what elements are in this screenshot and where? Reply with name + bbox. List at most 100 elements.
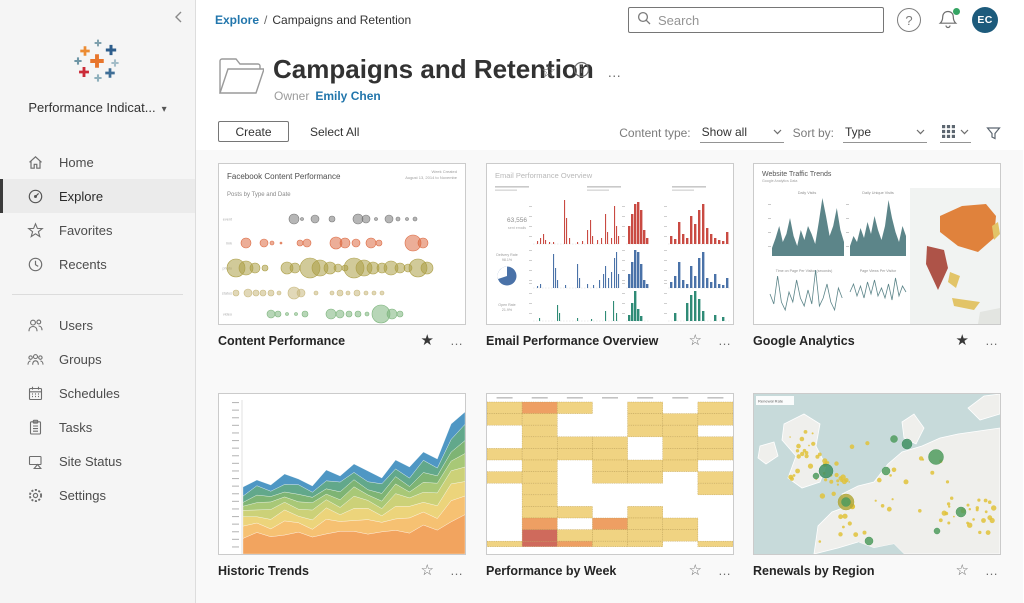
sidebar-item-site-status[interactable]: Site Status [0, 444, 195, 478]
content-type-select[interactable]: Show all [700, 124, 784, 143]
workbook-thumbnail[interactable]: Facebook Content Performance Week Create… [218, 163, 466, 325]
sort-by-label: Sort by: [793, 126, 834, 140]
workbook-card-google-analytics: Website Traffic Trends Google Analytics … [753, 163, 1001, 348]
notification-dot [953, 8, 960, 15]
notifications-bell-icon[interactable] [937, 8, 961, 32]
favorite-star-icon[interactable]: ☆ [541, 62, 556, 82]
explore-icon [27, 188, 44, 205]
sidebar-item-settings[interactable]: Settings [0, 478, 195, 512]
grid-view-icon [942, 125, 955, 138]
svg-text:Posts by Type and Date: Posts by Type and Date [227, 192, 291, 198]
workbook-card-historic-trends: Historic Trends ☆ … [218, 393, 466, 578]
workbook-thumbnail[interactable]: Email Performance Overview 63,556 sent e… [486, 163, 734, 325]
select-all-button[interactable]: Select All [310, 125, 359, 139]
sidebar-item-recents[interactable]: Recents [0, 247, 195, 281]
project-content-grid: Facebook Content Performance Week Create… [196, 150, 1023, 603]
svg-text:Daily Visits: Daily Visits [798, 191, 817, 195]
svg-text:Google Analytics Data: Google Analytics Data [762, 179, 797, 183]
sidebar-item-label: Recents [59, 257, 107, 272]
sidebar-item-home[interactable]: Home [0, 145, 195, 179]
workbook-thumbnail[interactable]: Renewal Rate [753, 393, 1001, 555]
svg-text:98.1%: 98.1% [502, 258, 513, 262]
workbook-title[interactable]: Renewals by Region [753, 564, 875, 578]
more-actions-icon[interactable]: … [607, 64, 623, 80]
favorite-star-icon[interactable]: ★ [421, 333, 434, 348]
sort-by-select[interactable]: Type [843, 124, 927, 143]
content-type-value: Show all [702, 125, 747, 139]
breadcrumb-current: Campaigns and Retention [272, 13, 411, 27]
svg-text:event: event [223, 218, 233, 222]
favorite-star-icon[interactable]: ☆ [956, 563, 969, 578]
sidebar-item-label: Site Status [59, 454, 122, 469]
svg-text:Renewal Rate: Renewal Rate [758, 399, 784, 404]
help-icon[interactable]: ? [897, 8, 921, 32]
sidebar-item-favorites[interactable]: Favorites [0, 213, 195, 247]
svg-text:63,556: 63,556 [507, 217, 527, 224]
svg-text:video: video [223, 313, 232, 317]
sidebar-item-label: Explore [59, 189, 103, 204]
breadcrumb-explore-link[interactable]: Explore [215, 13, 259, 27]
favorite-star-icon[interactable]: ☆ [421, 563, 434, 578]
collapse-sidebar-icon[interactable] [173, 10, 185, 29]
project-folder-icon [218, 53, 264, 102]
gear-icon [27, 487, 44, 504]
info-icon[interactable] [573, 61, 590, 83]
nav-divider [12, 294, 183, 295]
chevron-down-icon [773, 129, 782, 135]
help-glyph: ? [905, 13, 912, 28]
workbook-thumbnail[interactable] [218, 393, 466, 555]
search-box[interactable] [628, 7, 884, 33]
search-icon [637, 11, 651, 30]
sidebar-item-explore[interactable]: Explore [0, 179, 195, 213]
more-actions-icon[interactable]: … [985, 564, 999, 577]
sidebar-item-label: Groups [59, 352, 102, 367]
sidebar: Performance Indicat...▾ Home Explore Fav… [0, 0, 196, 603]
site-switcher[interactable]: Performance Indicat...▾ [0, 100, 195, 115]
owner-link[interactable]: Emily Chen [315, 89, 380, 103]
sort-by-value: Type [845, 125, 871, 139]
workbook-title[interactable]: Historic Trends [218, 564, 309, 578]
favorite-star-icon[interactable]: ★ [956, 333, 969, 348]
workbook-title[interactable]: Content Performance [218, 334, 345, 348]
sidebar-item-schedules[interactable]: Schedules [0, 376, 195, 410]
breadcrumb: Explore / Campaigns and Retention [215, 13, 411, 27]
sidebar-item-groups[interactable]: Groups [0, 342, 195, 376]
more-actions-icon[interactable]: … [985, 334, 999, 347]
svg-text:Open Rate: Open Rate [498, 303, 515, 307]
svg-text:Facebook Content Performance: Facebook Content Performance [227, 172, 341, 181]
favorite-star-icon[interactable]: ☆ [689, 563, 702, 578]
workbook-title[interactable]: Google Analytics [753, 334, 855, 348]
sidebar-item-users[interactable]: Users [0, 308, 195, 342]
avatar[interactable]: EC [972, 7, 998, 33]
list-controls: Content type: Show all Sort by: Type [619, 123, 1001, 143]
view-mode-toggle[interactable] [940, 123, 971, 143]
workbook-title[interactable]: Performance by Week [486, 564, 616, 578]
sidebar-item-tasks[interactable]: Tasks [0, 410, 195, 444]
tableau-logo [73, 36, 123, 86]
filter-icon[interactable] [986, 126, 1001, 141]
sidebar-item-label: Home [59, 155, 94, 170]
workbook-thumbnail[interactable]: Website Traffic Trends Google Analytics … [753, 163, 1001, 325]
sidebar-item-label: Schedules [59, 386, 120, 401]
workbook-card-content-performance: Facebook Content Performance Week Create… [218, 163, 466, 348]
site-name: Performance Indicat... [28, 100, 155, 115]
svg-text:Email Performance Overview: Email Performance Overview [495, 171, 593, 180]
clipboard-icon [27, 419, 44, 436]
svg-text:Time on Page Per Visitor (seco: Time on Page Per Visitor (seconds) [776, 269, 833, 273]
search-input[interactable] [658, 13, 875, 28]
favorite-star-icon[interactable]: ☆ [689, 333, 702, 348]
more-actions-icon[interactable]: … [718, 564, 732, 577]
more-actions-icon[interactable]: … [718, 334, 732, 347]
users-icon [27, 317, 44, 334]
workbook-thumbnail[interactable] [486, 393, 734, 555]
sidebar-item-label: Tasks [59, 420, 92, 435]
avatar-initials: EC [977, 14, 992, 26]
breadcrumb-separator: / [264, 13, 267, 27]
workbook-title[interactable]: Email Performance Overview [486, 334, 658, 348]
create-button[interactable]: Create [218, 121, 289, 142]
more-actions-icon[interactable]: … [450, 334, 464, 347]
more-actions-icon[interactable]: … [450, 564, 464, 577]
svg-text:Week Created: Week Created [432, 169, 458, 174]
sidebar-item-label: Favorites [59, 223, 112, 238]
home-icon [27, 154, 44, 171]
